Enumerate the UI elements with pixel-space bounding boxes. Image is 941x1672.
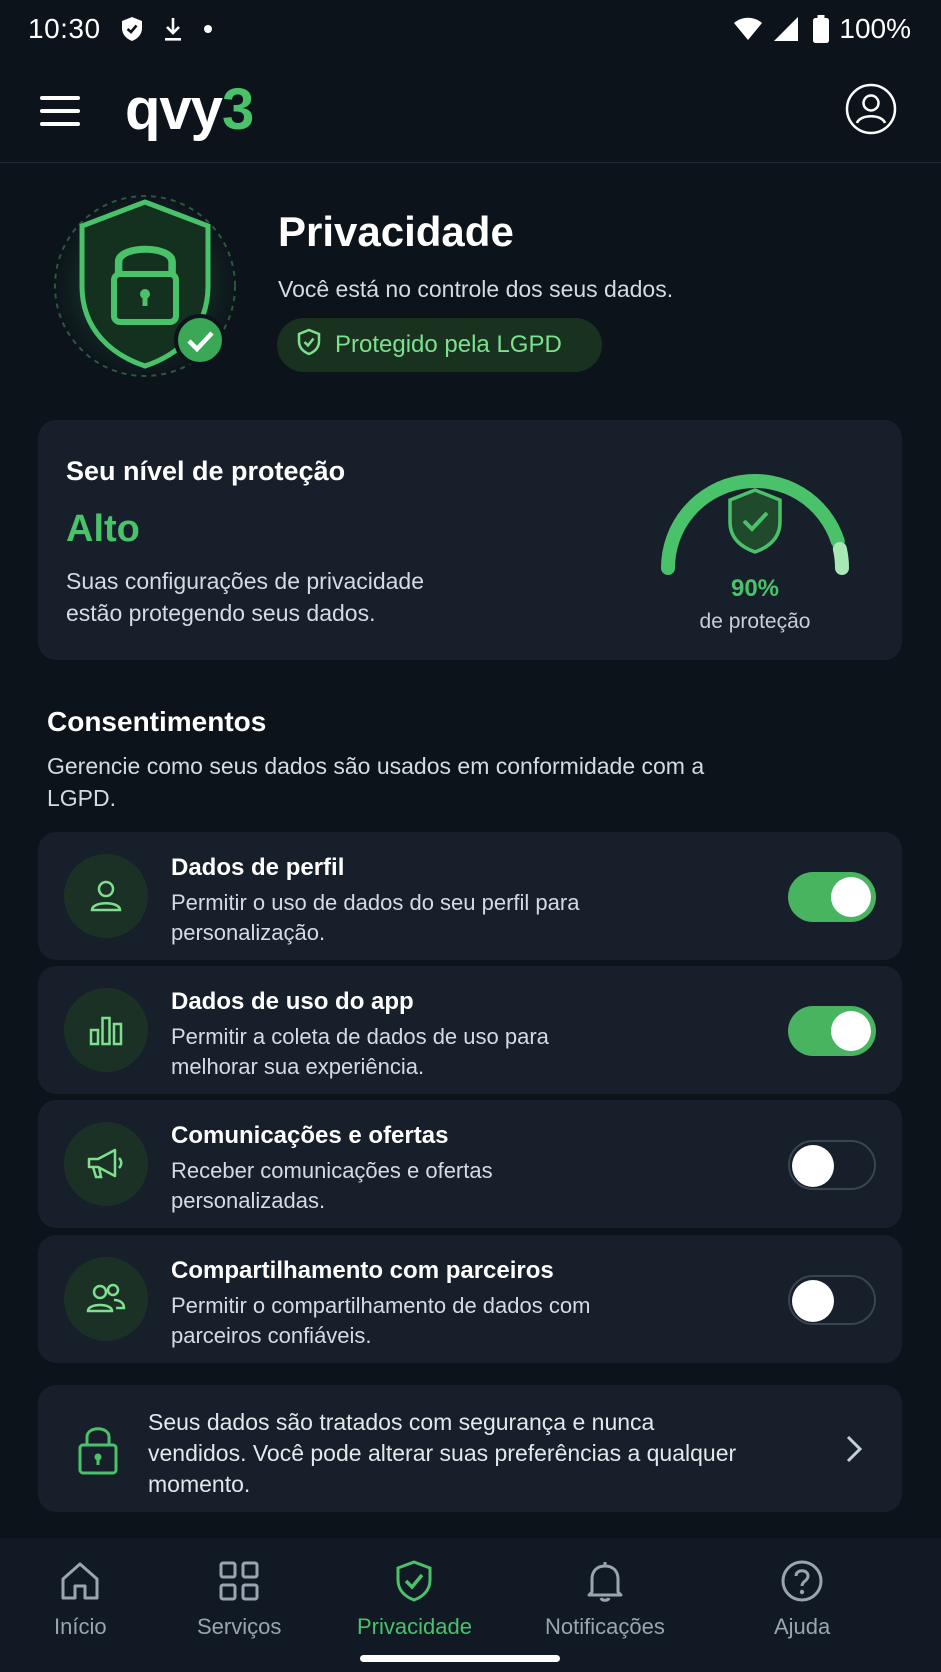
battery-icon xyxy=(813,15,830,43)
gauge-shield-icon xyxy=(728,488,782,554)
consent-title: Compartilhamento com parceiros xyxy=(171,1257,554,1284)
protection-card: Seu nível de proteção Alto Suas configur… xyxy=(38,420,902,660)
protection-percent: 90% xyxy=(730,575,780,602)
lock-icon xyxy=(76,1423,120,1475)
shield-icon xyxy=(121,16,143,42)
nav-item-services[interactable]: Serviços xyxy=(197,1558,281,1640)
nav-item-help[interactable]: Ajuda xyxy=(774,1558,830,1640)
consents-description: Gerencie como seus dados são usados em c… xyxy=(47,753,705,811)
logo-main: qvy xyxy=(125,77,223,142)
consents-title: Consentimentos xyxy=(47,706,267,737)
protection-title: Seu nível de proteção xyxy=(66,456,346,486)
nav-label: Privacidade xyxy=(357,1614,472,1639)
nav-item-notifications[interactable]: Notificações xyxy=(545,1558,665,1640)
toggle-communications[interactable] xyxy=(788,1140,876,1190)
grid-icon xyxy=(219,1561,259,1601)
consent-title: Dados de uso do app xyxy=(171,988,414,1015)
lgpd-badge: Protegido pela LGPD xyxy=(277,318,602,372)
app-logo: qvy3 xyxy=(125,76,254,143)
bar-chart-icon xyxy=(64,988,148,1072)
nav-item-privacy[interactable]: Privacidade xyxy=(357,1558,472,1640)
protection-percent-label: de proteção xyxy=(699,610,811,633)
badge-label: Protegido pela LGPD xyxy=(335,331,562,358)
download-icon xyxy=(163,16,183,42)
shield-check-icon xyxy=(396,1560,432,1602)
consent-description: Permitir o uso de dados do seu perfil pa… xyxy=(171,890,580,945)
consent-description: Receber comunicações e ofertas personali… xyxy=(171,1158,493,1213)
help-icon xyxy=(781,1560,823,1602)
dot-icon xyxy=(203,24,213,34)
toggle-profile-data[interactable] xyxy=(788,872,876,922)
protection-description: Suas configurações de privacidade estão … xyxy=(66,568,425,626)
home-icon xyxy=(61,1562,99,1600)
privacy-hero: Privacidade Você está no controle dos se… xyxy=(40,190,910,390)
data-security-info[interactable]: Seus dados são tratados com segurança e … xyxy=(38,1385,902,1512)
status-right: 100% xyxy=(733,13,911,45)
nav-item-home[interactable]: Início xyxy=(54,1558,107,1640)
app-bar: qvy3 xyxy=(0,58,941,163)
nav-label: Ajuda xyxy=(774,1614,831,1639)
wifi-icon xyxy=(733,17,763,41)
info-text: Seus dados são tratados com segurança e … xyxy=(148,1409,737,1497)
menu-icon[interactable] xyxy=(40,96,80,126)
status-bar: 10:30 100% xyxy=(0,0,941,58)
bottom-nav: Início Serviços Privacidade Notificações… xyxy=(0,1538,941,1672)
users-icon xyxy=(64,1257,148,1341)
nav-label: Serviços xyxy=(197,1614,282,1639)
protection-level: Alto xyxy=(66,508,140,550)
nav-label: Início xyxy=(54,1614,107,1639)
chevron-right-icon xyxy=(844,1433,864,1465)
status-left: 10:30 xyxy=(28,13,213,45)
toggle-partners[interactable] xyxy=(788,1275,876,1325)
bell-icon xyxy=(587,1562,623,1602)
profile-icon[interactable] xyxy=(845,83,897,135)
home-indicator[interactable] xyxy=(360,1655,560,1662)
consent-item-communications: Comunicações e ofertas Receber comunicaç… xyxy=(38,1100,902,1228)
protection-gauge xyxy=(650,450,860,630)
page-title: Privacidade xyxy=(278,208,514,255)
signal-icon xyxy=(773,16,799,42)
nav-label: Notificações xyxy=(545,1614,665,1639)
consent-title: Dados de perfil xyxy=(171,854,345,881)
shield-check-icon xyxy=(297,328,321,363)
megaphone-icon xyxy=(64,1122,148,1206)
shield-lock-icon xyxy=(40,190,250,390)
battery-percent: 100% xyxy=(839,13,911,44)
consent-description: Permitir a coleta de dados de uso para m… xyxy=(171,1024,549,1079)
consent-description: Permitir o compartilhamento de dados com… xyxy=(171,1293,591,1348)
consent-title: Comunicações e ofertas xyxy=(171,1122,449,1149)
logo-accent: 3 xyxy=(221,77,254,142)
consent-item-app-usage: Dados de uso do app Permitir a coleta de… xyxy=(38,966,902,1094)
consent-item-profile: Dados de perfil Permitir o uso de dados … xyxy=(38,832,902,960)
user-icon xyxy=(64,854,148,938)
toggle-app-usage[interactable] xyxy=(788,1006,876,1056)
page-subtitle: Você está no controle dos seus dados. xyxy=(278,276,674,302)
status-time: 10:30 xyxy=(28,13,101,44)
consent-item-partners: Compartilhamento com parceiros Permitir … xyxy=(38,1235,902,1363)
